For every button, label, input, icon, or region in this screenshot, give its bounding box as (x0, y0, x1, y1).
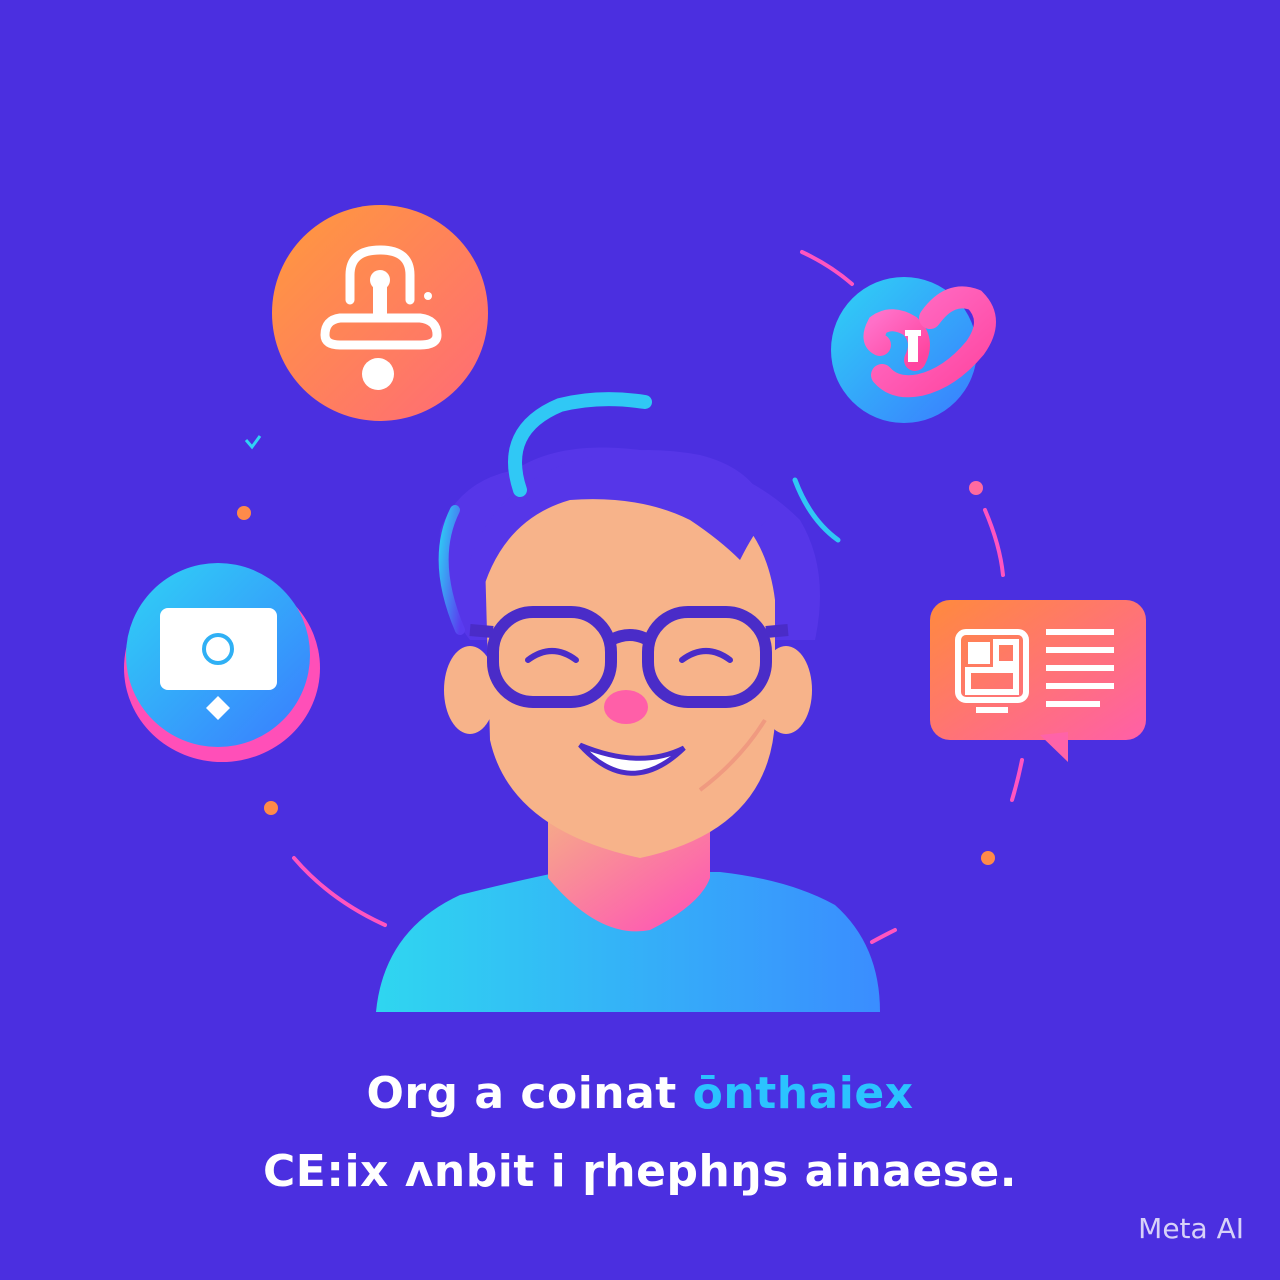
watermark-label: Meta AI (1138, 1212, 1244, 1245)
character-illustration (376, 392, 880, 1012)
caption-line-1: Org a coinat ōnthaiex (0, 1068, 1280, 1119)
lock-badge (272, 205, 488, 421)
illustration-stage: Org a coinat ōnthaiex CE:ix ʌnbit i ɼhep… (0, 0, 1280, 1280)
caption-line-2: CE:ix ʌnbit i ɼhephŋs ainaese. (263, 1146, 1017, 1197)
caption-line-1-accent: ōnthaiex (692, 1068, 914, 1119)
caption-line-1-text: Org a coinat (366, 1068, 693, 1119)
monitor-badge (124, 563, 320, 762)
link-badge (831, 277, 996, 423)
chat-bubble-badge (930, 600, 1146, 762)
